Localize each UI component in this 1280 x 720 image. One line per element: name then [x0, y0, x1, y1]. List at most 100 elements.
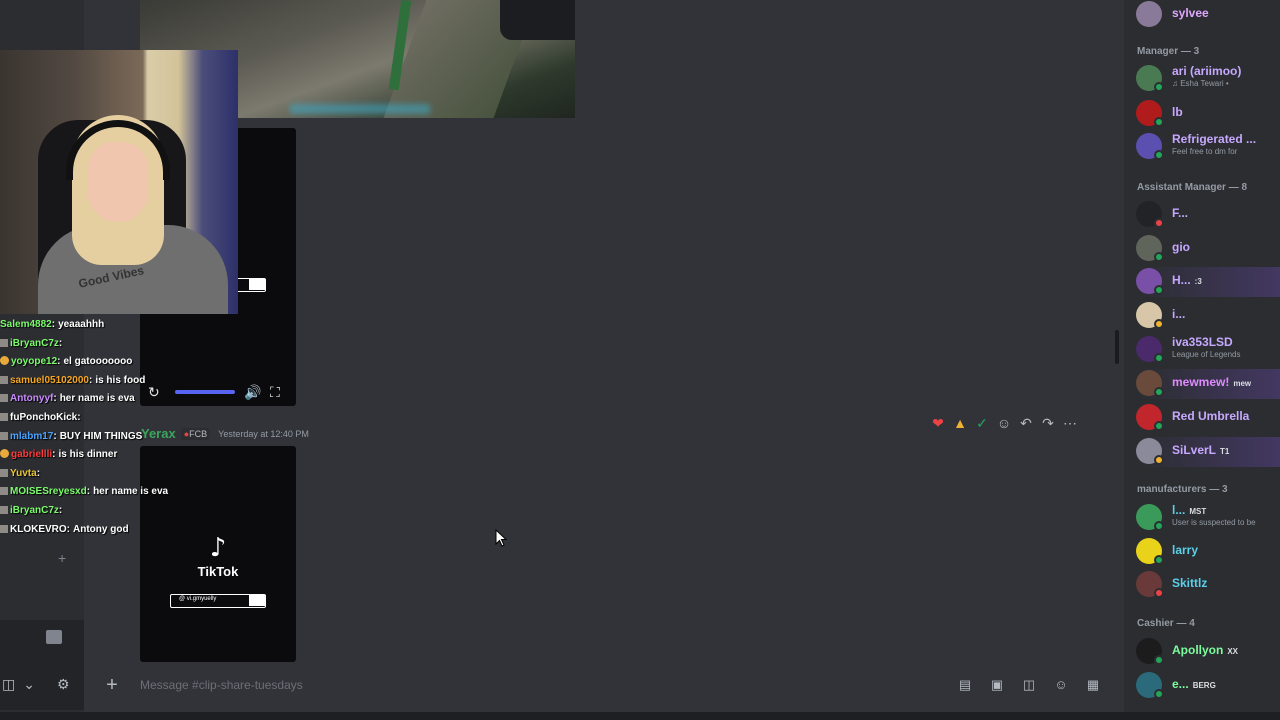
member-name: sylvee — [1172, 6, 1209, 20]
chat-username: mlabm17 — [10, 430, 54, 442]
member-name: l... — [1172, 503, 1186, 517]
checkmark-reaction-icon[interactable]: ✓ — [974, 415, 990, 432]
member-name-row: SiLverL T1 — [1172, 443, 1229, 457]
add-reaction-icon[interactable]: ☺ — [996, 415, 1012, 431]
status-dot-icon — [1154, 455, 1164, 465]
member-tag: T1 — [1220, 447, 1230, 456]
chat-username: Salem4882 — [0, 319, 52, 330]
member-item[interactable]: i... — [1136, 301, 1280, 331]
member-name-row: Skittlz — [1172, 576, 1207, 590]
attach-plus-icon[interactable]: + — [90, 674, 134, 697]
member-item[interactable]: gio — [1136, 234, 1280, 264]
member-item[interactable]: iva353LSD League of Legends — [1136, 335, 1280, 365]
member-list: sylvee Manager — 3 ari (ariimoo) ♫ Esha Tew… — [1124, 0, 1280, 720]
status-dot-icon — [1154, 353, 1164, 363]
chat-message-text: yeaaahhh — [58, 319, 105, 330]
window-bottom-edge — [0, 712, 1280, 720]
member-name: larry — [1172, 543, 1199, 557]
emoji-icon[interactable]: ☺ — [1052, 677, 1070, 693]
activity-icon[interactable] — [46, 630, 62, 644]
member-name: H... — [1172, 273, 1191, 287]
thumbs-up-reaction-icon[interactable]: ▲ — [952, 415, 968, 431]
member-name-row: Apollyon XX — [1172, 643, 1238, 657]
stream-chat-overlay: Salem4882: yeaaahhh iBryanC7z: yoyope12: el … — [0, 316, 200, 539]
member-item[interactable]: F... — [1136, 200, 1280, 230]
member-name-row: Red Umbrella — [1172, 409, 1249, 423]
member-item[interactable]: sylvee — [1136, 0, 1280, 30]
member-status-text: Feel free to dm for — [1172, 147, 1238, 156]
user-panel — [0, 620, 84, 710]
chat-message-text: is his dinner — [58, 449, 118, 461]
add-icon[interactable]: + — [58, 550, 66, 566]
more-options-icon[interactable]: ⋯ — [1062, 415, 1078, 432]
member-item[interactable]: e... BERG — [1136, 671, 1280, 701]
member-name: ari (ariimoo) — [1172, 64, 1242, 78]
chat-scrollbar[interactable] — [1115, 330, 1119, 364]
member-item[interactable]: ari (ariimoo) ♫ Esha Tewari • — [1136, 64, 1280, 94]
chat-username: samuel05102000 — [10, 374, 89, 386]
status-dot-icon — [1154, 252, 1164, 262]
chat-username: fuPonchoKick — [10, 411, 78, 423]
chat-username: gabriellli — [11, 449, 53, 461]
forward-icon[interactable]: ↷ — [1040, 415, 1056, 432]
member-group-header: Manager — 3 — [1137, 46, 1200, 57]
status-dot-icon — [1154, 588, 1164, 598]
member-name-row: e... BERG — [1172, 677, 1216, 691]
message-timestamp: Yesterday at 12:40 PM — [218, 428, 309, 439]
volume-icon[interactable]: 🔊 — [244, 384, 261, 401]
video-frame-car — [500, 0, 575, 40]
member-name: SiLverL — [1172, 443, 1217, 457]
settings-gear-icon[interactable]: ⚙ — [57, 676, 70, 693]
member-item[interactable]: Skittlz — [1136, 570, 1280, 600]
fullscreen-icon[interactable]: ⛶ — [270, 384, 280, 401]
chat-username: KLOKEVRO — [10, 523, 67, 535]
reply-icon[interactable]: ↶ — [1018, 415, 1034, 432]
chat-badge-icon — [0, 524, 8, 533]
member-name-row: gio — [1172, 240, 1190, 254]
member-name-row: mewmew! mew — [1172, 375, 1251, 389]
member-item[interactable]: larry — [1136, 537, 1280, 567]
apps-icon[interactable]: ▦ — [1084, 677, 1102, 693]
member-item[interactable]: mewmew! mew — [1136, 369, 1280, 399]
stream-chat-line: Salem4882: yeaaahhh — [0, 319, 105, 330]
member-tag: MST — [1189, 507, 1207, 516]
member-name: gio — [1172, 240, 1190, 254]
member-item[interactable]: lb — [1136, 99, 1280, 129]
chat-badge-icon — [0, 412, 8, 421]
member-item[interactable]: Red Umbrella — [1136, 403, 1280, 433]
chat-message-text: her name is eva — [93, 486, 169, 498]
sticker-icon[interactable]: ◫ — [1020, 677, 1038, 693]
member-item[interactable]: SiLverL T1 — [1136, 437, 1280, 467]
gif-icon[interactable]: ▣ — [988, 677, 1006, 693]
message-input[interactable]: Message #clip-share-tuesdays — [134, 678, 956, 692]
chat-badge-icon — [0, 487, 8, 496]
gift-icon[interactable]: ▤ — [956, 677, 974, 693]
member-item[interactable]: l... MST User is suspected to be — [1136, 503, 1280, 533]
chat-message-text: her name is eva — [59, 393, 135, 405]
member-item[interactable]: H...:3 — [1136, 267, 1280, 297]
headphones-icon[interactable]: ◫ — [2, 676, 15, 693]
member-tag: :3 — [1194, 277, 1202, 286]
heart-reaction-icon[interactable]: ❤ — [930, 415, 946, 432]
tiktok-wordmark: TikTok — [197, 564, 239, 579]
member-name-row: larry — [1172, 543, 1198, 557]
streamer-webcam: Good Vibes — [0, 50, 238, 314]
member-item[interactable]: Apollyon XX — [1136, 637, 1280, 667]
member-item[interactable]: Refrigerated ... Feel free to dm for — [1136, 132, 1280, 162]
status-dot-icon — [1154, 387, 1164, 397]
stream-chat-line: iBryanC7z: — [0, 335, 200, 354]
chevron-down-icon[interactable]: ⌄ — [23, 676, 35, 693]
avatar — [1136, 1, 1162, 27]
chat-badge-icon — [0, 394, 8, 403]
chat-badge-icon — [0, 375, 8, 384]
member-name: Red Umbrella — [1172, 409, 1250, 423]
chat-badge-icon — [0, 431, 8, 440]
member-tag: mew — [1233, 379, 1252, 388]
member-status-text: ♫ Esha Tewari • — [1172, 79, 1229, 88]
chat-username: Yuvta — [10, 467, 37, 479]
member-name: e... — [1172, 677, 1189, 691]
message-toolbar: ❤ ▲ ✓ ☺ ↶ ↷ ⋯ — [930, 412, 1078, 434]
status-dot-icon — [1154, 319, 1164, 329]
chat-message-text: el gatooooooo — [63, 356, 133, 368]
status-dot-icon — [1154, 555, 1164, 565]
